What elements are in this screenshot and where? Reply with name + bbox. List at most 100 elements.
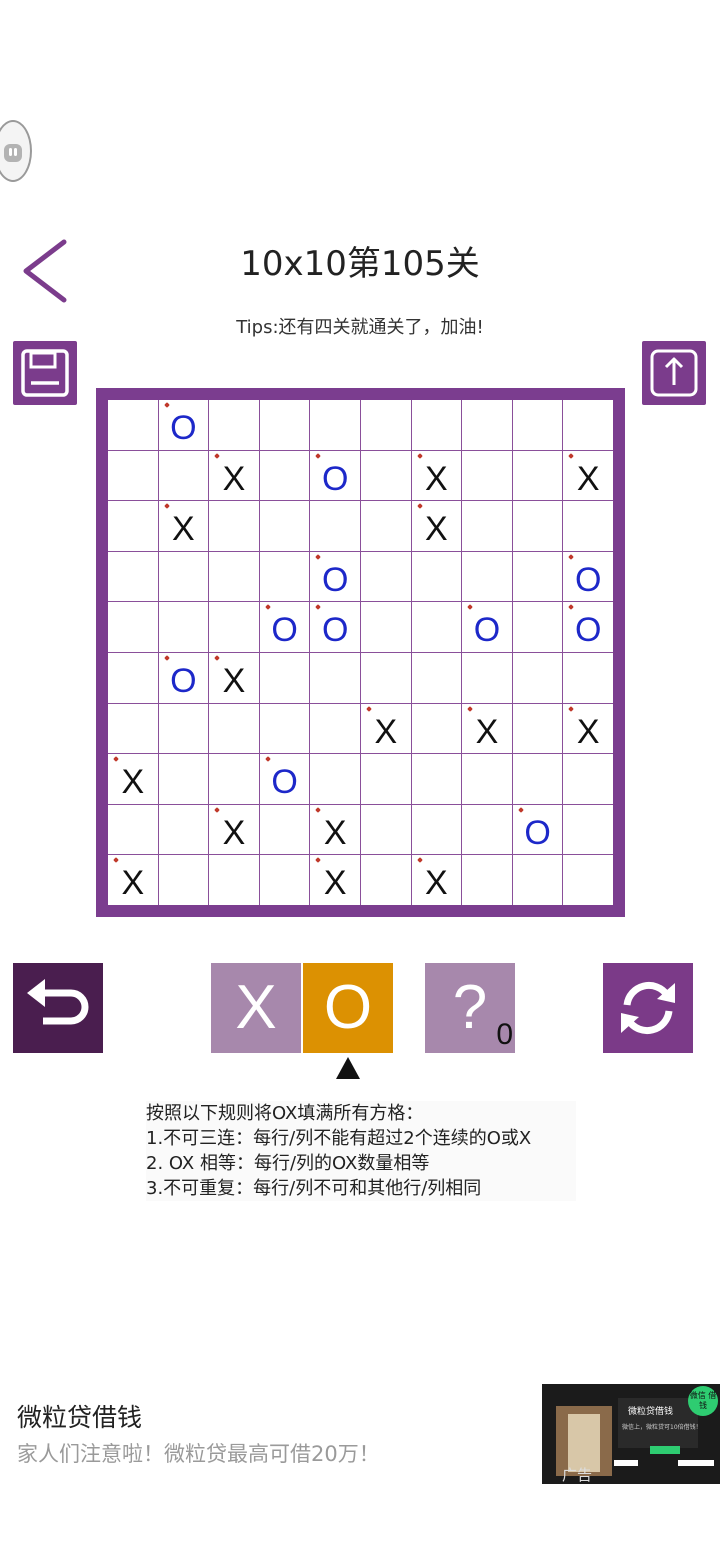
board-cell[interactable]	[209, 400, 259, 450]
board-cell[interactable]: X	[108, 855, 158, 905]
board-cell[interactable]	[512, 551, 563, 602]
board-cell[interactable]	[209, 703, 259, 754]
board-cell[interactable]	[158, 855, 209, 905]
board-cell[interactable]	[108, 450, 158, 501]
board-cell[interactable]	[563, 804, 613, 855]
board-cell[interactable]	[108, 551, 158, 602]
board-cell[interactable]: X	[108, 754, 158, 804]
board-cell[interactable]	[563, 652, 613, 703]
board-cell[interactable]	[360, 652, 411, 703]
board-cell[interactable]: O	[310, 551, 360, 602]
board-cell[interactable]	[310, 652, 360, 703]
board-cell[interactable]: X	[563, 450, 613, 501]
save-button[interactable]	[13, 341, 77, 405]
board-cell[interactable]: X	[310, 804, 360, 855]
board-cell[interactable]	[259, 450, 310, 501]
board-cell[interactable]	[360, 501, 411, 551]
board-cell[interactable]: X	[209, 652, 259, 703]
board-cell[interactable]	[209, 602, 259, 652]
ad-image[interactable]: 微粒贷借钱 微信上，微粒贷可10倍借钱！ 微信 借钱 广告	[542, 1384, 720, 1484]
board-cell[interactable]	[411, 602, 462, 652]
board-cell[interactable]	[512, 602, 563, 652]
board-cell[interactable]: O	[563, 551, 613, 602]
board-cell[interactable]: X	[310, 855, 360, 905]
board-cell[interactable]	[209, 855, 259, 905]
board-cell[interactable]: X	[209, 804, 259, 855]
board-cell[interactable]	[462, 501, 512, 551]
board-cell[interactable]: X	[411, 855, 462, 905]
board-cell[interactable]	[259, 703, 310, 754]
board-cell[interactable]	[563, 754, 613, 804]
board-cell[interactable]	[108, 804, 158, 855]
board-cell[interactable]	[360, 804, 411, 855]
board-cell[interactable]	[512, 652, 563, 703]
board-cell[interactable]	[360, 551, 411, 602]
share-button[interactable]	[642, 341, 706, 405]
board-cell[interactable]	[462, 804, 512, 855]
x-mode-button[interactable]: X	[211, 963, 301, 1053]
board-cell[interactable]	[310, 754, 360, 804]
board-cell[interactable]	[108, 652, 158, 703]
board-cell[interactable]	[158, 703, 209, 754]
board-cell[interactable]: O	[310, 602, 360, 652]
board-cell[interactable]	[411, 551, 462, 602]
board-cell[interactable]	[360, 450, 411, 501]
board-cell[interactable]	[462, 450, 512, 501]
board-cell[interactable]	[360, 754, 411, 804]
board-cell[interactable]: X	[158, 501, 209, 551]
board-cell[interactable]: X	[462, 703, 512, 754]
board-cell[interactable]	[259, 400, 310, 450]
board-cell[interactable]: O	[158, 652, 209, 703]
floating-assistant-button[interactable]	[0, 120, 32, 182]
board-cell[interactable]	[360, 855, 411, 905]
o-mode-button[interactable]: O	[303, 963, 393, 1053]
board-cell[interactable]	[563, 855, 613, 905]
board-cell[interactable]	[512, 855, 563, 905]
board-cell[interactable]	[411, 703, 462, 754]
board-cell[interactable]: X	[360, 703, 411, 754]
board-cell[interactable]: O	[563, 602, 613, 652]
board-cell[interactable]: X	[411, 450, 462, 501]
board-cell[interactable]	[259, 804, 310, 855]
board-cell[interactable]	[108, 501, 158, 551]
board-cell[interactable]	[411, 400, 462, 450]
board-cell[interactable]	[158, 450, 209, 501]
board-cell[interactable]	[360, 602, 411, 652]
board-cell[interactable]	[259, 501, 310, 551]
board-cell[interactable]: O	[158, 400, 209, 450]
board-cell[interactable]	[462, 855, 512, 905]
board-cell[interactable]: O	[310, 450, 360, 501]
board-cell[interactable]	[108, 602, 158, 652]
board-cell[interactable]	[209, 754, 259, 804]
board-cell[interactable]	[310, 703, 360, 754]
board-cell[interactable]	[310, 501, 360, 551]
board-cell[interactable]	[259, 551, 310, 602]
board-cell[interactable]	[563, 400, 613, 450]
board-cell[interactable]	[259, 652, 310, 703]
board-cell[interactable]: X	[209, 450, 259, 501]
board-cell[interactable]: O	[259, 602, 310, 652]
board-cell[interactable]	[158, 602, 209, 652]
board-cell[interactable]	[411, 804, 462, 855]
board-cell[interactable]	[209, 501, 259, 551]
undo-button[interactable]	[13, 963, 103, 1053]
board-cell[interactable]	[209, 551, 259, 602]
board-cell[interactable]: O	[259, 754, 310, 804]
board-cell[interactable]	[462, 754, 512, 804]
board-cell[interactable]: O	[462, 602, 512, 652]
hint-button[interactable]: ? 0	[425, 963, 515, 1053]
board-cell[interactable]	[411, 652, 462, 703]
board-cell[interactable]	[158, 754, 209, 804]
board-cell[interactable]	[563, 501, 613, 551]
board-cell[interactable]	[512, 703, 563, 754]
board-cell[interactable]	[158, 804, 209, 855]
board-cell[interactable]	[512, 450, 563, 501]
board-cell[interactable]	[158, 551, 209, 602]
board-cell[interactable]	[360, 400, 411, 450]
board-cell[interactable]	[411, 754, 462, 804]
board-cell[interactable]: X	[563, 703, 613, 754]
board-cell[interactable]	[462, 652, 512, 703]
board-cell[interactable]: O	[512, 804, 563, 855]
ad-title[interactable]: 微粒贷借钱	[17, 1398, 142, 1434]
board-cell[interactable]	[259, 855, 310, 905]
